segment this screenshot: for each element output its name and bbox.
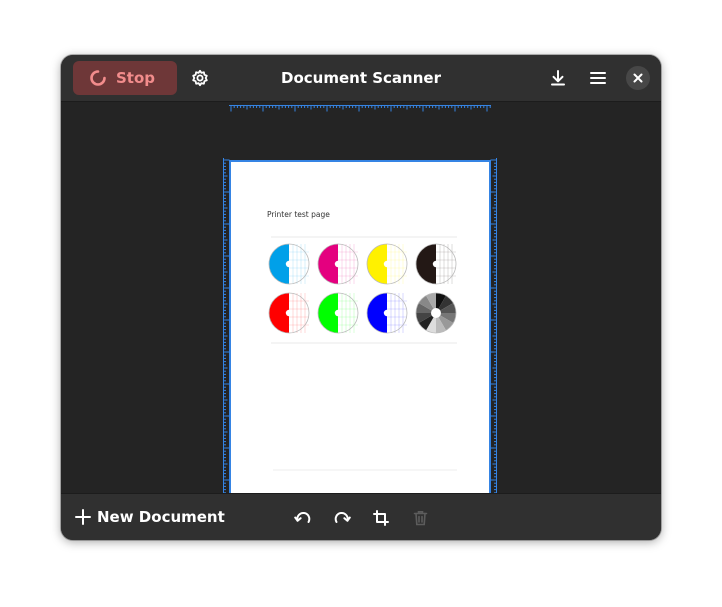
scan-preview-area: Printer test page — [61, 102, 661, 530]
new-document-button[interactable]: New Document — [75, 501, 225, 533]
main-menu-button[interactable] — [581, 61, 615, 95]
color-swatch — [366, 292, 408, 334]
bottom-toolbar: New Document — [61, 493, 661, 540]
rotate-right-icon — [334, 512, 351, 523]
crop-button[interactable] — [364, 501, 398, 535]
test-pattern — [268, 236, 457, 471]
color-swatch — [268, 243, 310, 285]
color-swatch — [317, 292, 359, 334]
delete-button[interactable] — [403, 501, 437, 535]
rotate-right-button[interactable] — [325, 501, 359, 535]
close-icon — [633, 73, 643, 83]
rotate-left-icon — [294, 512, 311, 523]
crop-icon — [373, 510, 389, 526]
color-swatch — [317, 243, 359, 285]
download-icon — [551, 70, 565, 86]
save-button[interactable] — [541, 61, 575, 95]
color-swatch — [415, 243, 457, 285]
trash-icon — [413, 511, 427, 526]
scanned-page: Printer test page — [229, 160, 491, 530]
color-swatch — [415, 292, 457, 334]
headerbar: Stop Document Scanner — [61, 55, 661, 102]
color-swatch — [268, 292, 310, 334]
close-button[interactable] — [626, 66, 650, 90]
color-swatch — [366, 243, 408, 285]
rotate-left-button[interactable] — [286, 501, 320, 535]
plus-icon — [75, 509, 91, 525]
menu-icon — [590, 72, 606, 84]
app-window: Stop Document Scanner Printer test page … — [61, 55, 661, 540]
new-document-label: New Document — [97, 508, 225, 526]
